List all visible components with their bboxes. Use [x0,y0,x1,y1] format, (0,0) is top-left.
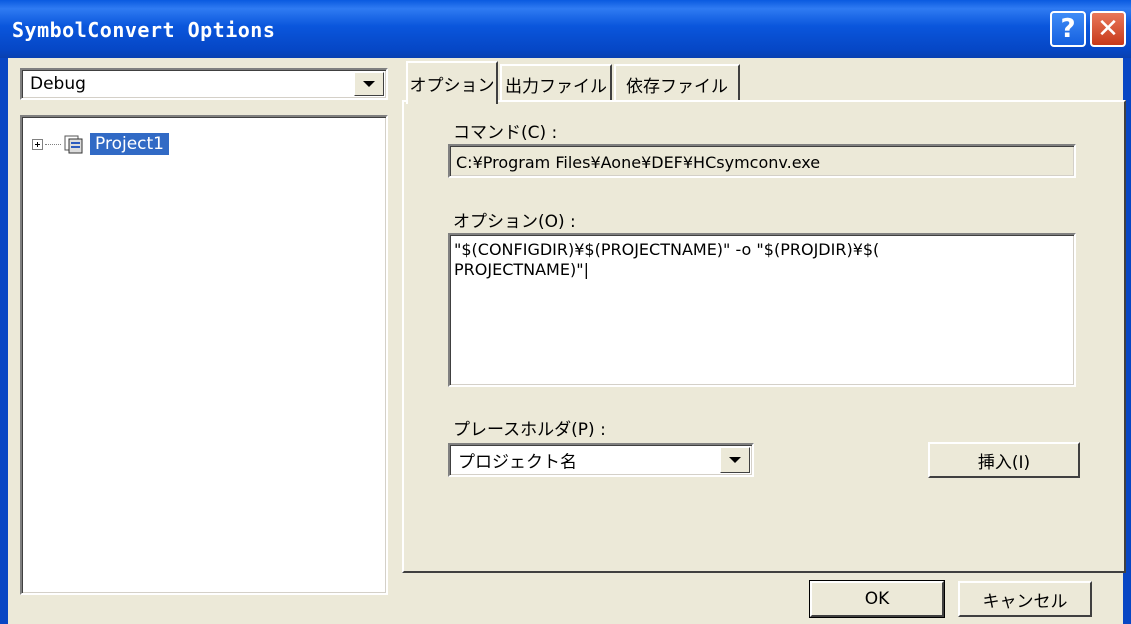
config-value: Debug [30,74,86,94]
help-button[interactable]: ? [1050,11,1086,47]
ok-button-label: OK [864,589,890,609]
tab-output-files[interactable]: 出力ファイル [500,64,612,102]
cancel-button[interactable]: キャンセル [958,581,1092,617]
tree-item-label: Project1 [90,133,169,155]
project-tree[interactable]: Project1 [20,115,388,595]
project-icon [64,135,83,154]
close-button[interactable]: ✕ [1090,11,1126,47]
placeholder-value: プロジェクト名 [458,452,577,473]
chevron-down-icon [363,81,375,87]
tab-label: 依存ファイル [626,76,728,97]
title-bar[interactable]: SymbolConvert Options ? ✕ [0,0,1131,58]
window-title: SymbolConvert Options [12,18,276,42]
placeholder-dropdown-arrow[interactable] [720,447,750,473]
config-dropdown-arrow[interactable] [354,72,384,96]
config-combobox[interactable]: Debug [20,68,388,100]
options-textarea[interactable]: "$(CONFIGDIR)¥$(PROJECTNAME)" -o "$(PROJ… [448,233,1076,387]
options-value: "$(CONFIGDIR)¥$(PROJECTNAME)" -o "$(PROJ… [454,240,880,279]
expand-icon[interactable] [32,138,43,150]
window-frame-left [0,58,8,624]
ok-button[interactable]: OK [809,580,945,618]
tree-item-project1[interactable]: Project1 [32,133,169,155]
chevron-down-icon [729,457,741,463]
tab-label: オプション [409,76,495,96]
placeholder-label: プレースホルダ(P) : [453,420,606,440]
command-value: C:¥Program Files¥Aone¥DEF¥HCsymconv.exe [456,153,821,172]
placeholder-combobox[interactable]: プロジェクト名 [448,443,754,477]
tree-connector [45,143,61,145]
command-label: コマンド(C) : [453,123,558,143]
insert-button[interactable]: 挿入(I) [928,442,1080,478]
cancel-button-label: キャンセル [982,591,1068,612]
insert-button-label: 挿入(I) [977,452,1031,473]
tab-label: 出力ファイル [505,76,607,97]
tab-dependency-files[interactable]: 依存ファイル [614,64,740,102]
tab-options[interactable]: オプション [406,61,498,104]
command-field[interactable]: C:¥Program Files¥Aone¥DEF¥HCsymconv.exe [448,144,1076,178]
options-label: オプション(O) : [453,212,576,232]
